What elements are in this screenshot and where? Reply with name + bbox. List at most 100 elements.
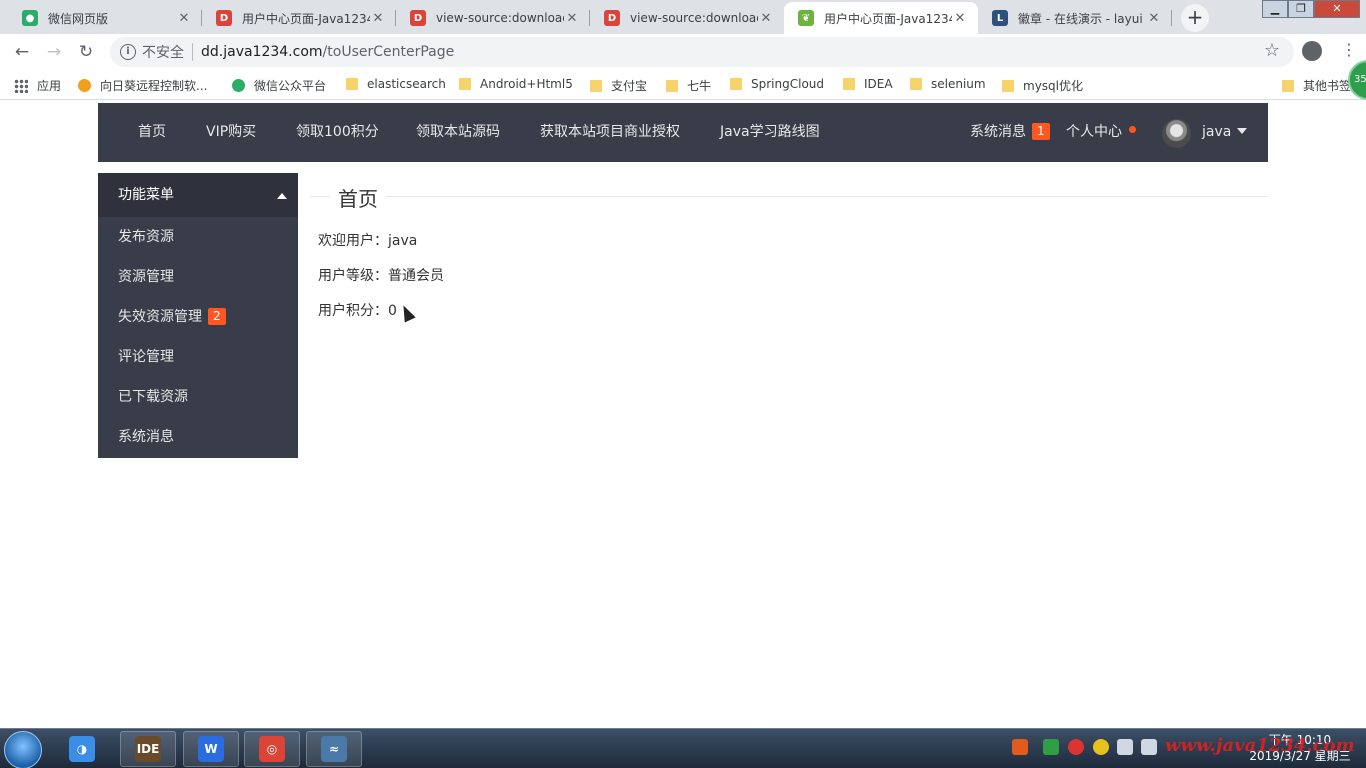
avatar[interactable] xyxy=(1162,119,1191,148)
sidebar-item-label: 评论管理 xyxy=(118,349,174,365)
windows-start-icon[interactable] xyxy=(4,731,42,768)
apps-grid-icon xyxy=(14,78,28,93)
url-path: /toUserCenterPage xyxy=(322,44,455,60)
shield-icon[interactable] xyxy=(1043,739,1059,755)
nav-system-messages[interactable]: 系统消息 1 xyxy=(970,103,1050,162)
tab-favicon-icon: ❦ xyxy=(798,10,814,26)
tab-close-icon[interactable]: ✕ xyxy=(564,11,580,26)
folder-icon xyxy=(346,78,358,90)
taskbar-javaee-ide-icon[interactable]: IDE xyxy=(120,731,176,767)
tab-favicon-icon: D xyxy=(604,10,620,26)
info-icon[interactable]: i xyxy=(120,44,136,60)
bookmark-star-icon[interactable]: ☆ xyxy=(1264,40,1280,61)
tab-close-icon[interactable]: ✕ xyxy=(370,11,386,26)
reload-icon[interactable]: ↻ xyxy=(74,40,98,64)
sidebar-item[interactable]: 资源管理 xyxy=(98,257,298,297)
sogou-tray-icon[interactable] xyxy=(1012,739,1028,755)
bookmark-label: 其他书签 xyxy=(1303,79,1352,93)
address-bar[interactable]: i 不安全 dd.java1234.com/toUserCenterPage ☆ xyxy=(110,37,1294,67)
new-tab-button[interactable]: + xyxy=(1181,4,1209,32)
close-window-button[interactable]: ✕ xyxy=(1314,0,1360,18)
sidebar-item[interactable]: 失效资源管理 2 xyxy=(98,297,298,337)
bookmark-item[interactable]: 支付宝 xyxy=(590,77,647,94)
tab-separator xyxy=(1171,10,1172,26)
chevron-down-icon xyxy=(1237,128,1248,134)
account-icon[interactable] xyxy=(1302,41,1322,61)
side-menu-header[interactable]: 功能菜单 xyxy=(98,173,298,217)
network-icon[interactable] xyxy=(1117,739,1133,755)
browser-tab[interactable]: L 徽章 - 在线演示 - layui ✕ xyxy=(978,2,1172,34)
web-page: 首页 VIP购买 领取100积分 领取本站源码 获取本站项目商业授权 Java学… xyxy=(0,101,1366,728)
browser-tab[interactable]: Dview-source:download ✕ xyxy=(396,2,590,34)
sidebar-item[interactable]: 系统消息 xyxy=(98,417,298,457)
sidebar-item[interactable]: 已下载资源 xyxy=(98,377,298,417)
nav-vip[interactable]: VIP购买 xyxy=(206,103,256,162)
user-info-line: 欢迎用户：java xyxy=(318,233,418,249)
wps-glyph-icon: W xyxy=(198,736,224,762)
bookmark-item[interactable]: elasticsearch xyxy=(346,77,446,91)
nav-user-menu[interactable]: java xyxy=(1202,103,1248,162)
bookmark-item[interactable]: 其他书签 xyxy=(1282,77,1351,94)
taskbar-chrome-icon[interactable]: ◎ xyxy=(244,731,300,767)
browser-tab[interactable]: ❦ 用户中心页面-Java1234 ✕ xyxy=(784,2,978,34)
forward-arrow-icon[interactable]: → xyxy=(42,40,66,64)
security-label: 不安全 xyxy=(142,45,184,61)
bookmark-item[interactable]: selenium xyxy=(910,77,986,91)
browser-tab[interactable]: ● 微信网页版 ✕ xyxy=(8,2,202,34)
taskbar-mysql-dolphin-icon[interactable]: ≈ xyxy=(306,731,362,767)
nav-points[interactable]: 领取100积分 xyxy=(296,103,379,162)
page-title: 首页 xyxy=(330,183,386,212)
browser-tab[interactable]: Dview-source:download ✕ xyxy=(590,2,784,34)
nav-user-center[interactable]: 个人中心 xyxy=(1066,103,1122,162)
site-watermark: www.java1234.com xyxy=(1165,735,1355,756)
bookmark-item[interactable]: IDEA xyxy=(843,77,893,91)
bookmark-label: selenium xyxy=(931,77,986,91)
browser-tab-strip: L 徽章 - 在线演示 - layui ✕ ❦ 用户中心页面-Java1234 ✕ Dvie… xyxy=(0,0,1366,34)
header-rule xyxy=(310,196,1268,197)
bookmark-item[interactable]: Android+Html5 xyxy=(459,77,573,91)
bookmark-item[interactable]: 微信公众平台 xyxy=(232,77,326,94)
bookmark-item[interactable]: SpringCloud xyxy=(730,77,824,91)
side-menu: 功能菜单 发布资源 资源管理 失效资源管理 2 评论管理已下载资源 系统消息 xyxy=(98,173,298,458)
main-content: 首页 欢迎用户：java 用户等级：普通会员 用户积分：0 xyxy=(310,173,1268,336)
maximize-button[interactable]: ❐ xyxy=(1288,0,1314,18)
tab-favicon-icon: D xyxy=(216,10,232,26)
folder-icon xyxy=(843,78,855,90)
tab-close-icon[interactable]: ✕ xyxy=(952,11,968,26)
browser-tab[interactable]: D 用户中心页面-Java1234 ✕ xyxy=(202,2,396,34)
back-arrow-icon[interactable]: ← xyxy=(10,40,34,64)
plus-tray-icon[interactable] xyxy=(1093,739,1109,755)
tab-close-icon[interactable]: ✕ xyxy=(176,11,192,26)
sidebar-item[interactable]: 评论管理 xyxy=(98,337,298,377)
browser-toolbar: ← → ↻ i 不安全 dd.java1234.com/toUserCenter… xyxy=(0,34,1366,70)
minimize-button[interactable]: ▁ xyxy=(1262,0,1288,18)
browser-menu-icon[interactable]: ⋮ xyxy=(1341,40,1357,59)
nav-license[interactable]: 获取本站项目商业授权 xyxy=(540,103,680,162)
messages-badge: 1 xyxy=(1032,123,1050,140)
sidebar-item[interactable]: 发布资源 xyxy=(98,217,298,257)
tab-close-icon[interactable]: ✕ xyxy=(1146,11,1162,26)
nav-home[interactable]: 首页 xyxy=(138,103,166,162)
taskbar-wps-icon[interactable]: W xyxy=(183,731,239,767)
bookmark-label: mysql优化 xyxy=(1023,79,1083,93)
bookmark-item[interactable]: 七牛 xyxy=(666,77,711,94)
bookmark-item[interactable]: mysql优化 xyxy=(1002,77,1083,94)
bookmark-item[interactable]: 向日葵远程控制软... xyxy=(78,77,207,94)
folder-icon xyxy=(1282,79,1294,92)
security-tray-icon[interactable] xyxy=(1068,739,1084,755)
tab-favicon-icon: L xyxy=(992,10,1008,26)
chrome-glyph-icon: ◎ xyxy=(259,736,285,762)
flag-icon[interactable] xyxy=(1141,739,1157,755)
tab-close-icon[interactable]: ✕ xyxy=(758,11,774,26)
windows-taskbar: 下午 10:10 2019/3/27 星期三 ◑ IDE W ◎ ≈ xyxy=(0,728,1366,768)
tab-favicon-icon: D xyxy=(410,10,426,26)
tab-separator xyxy=(201,10,202,26)
tab-title: view-source:download xyxy=(630,11,758,25)
nav-roadmap[interactable]: Java学习路线图 xyxy=(720,103,820,162)
taskbar-qq-pinyin-icon[interactable]: ◑ xyxy=(54,731,110,767)
nav-source[interactable]: 领取本站源码 xyxy=(416,103,500,162)
folder-icon xyxy=(730,78,742,90)
sidebar-item-badge: 2 xyxy=(208,308,226,325)
bookmark-item[interactable]: 应用 xyxy=(14,77,61,94)
bookmark-favicon-icon xyxy=(232,79,245,92)
